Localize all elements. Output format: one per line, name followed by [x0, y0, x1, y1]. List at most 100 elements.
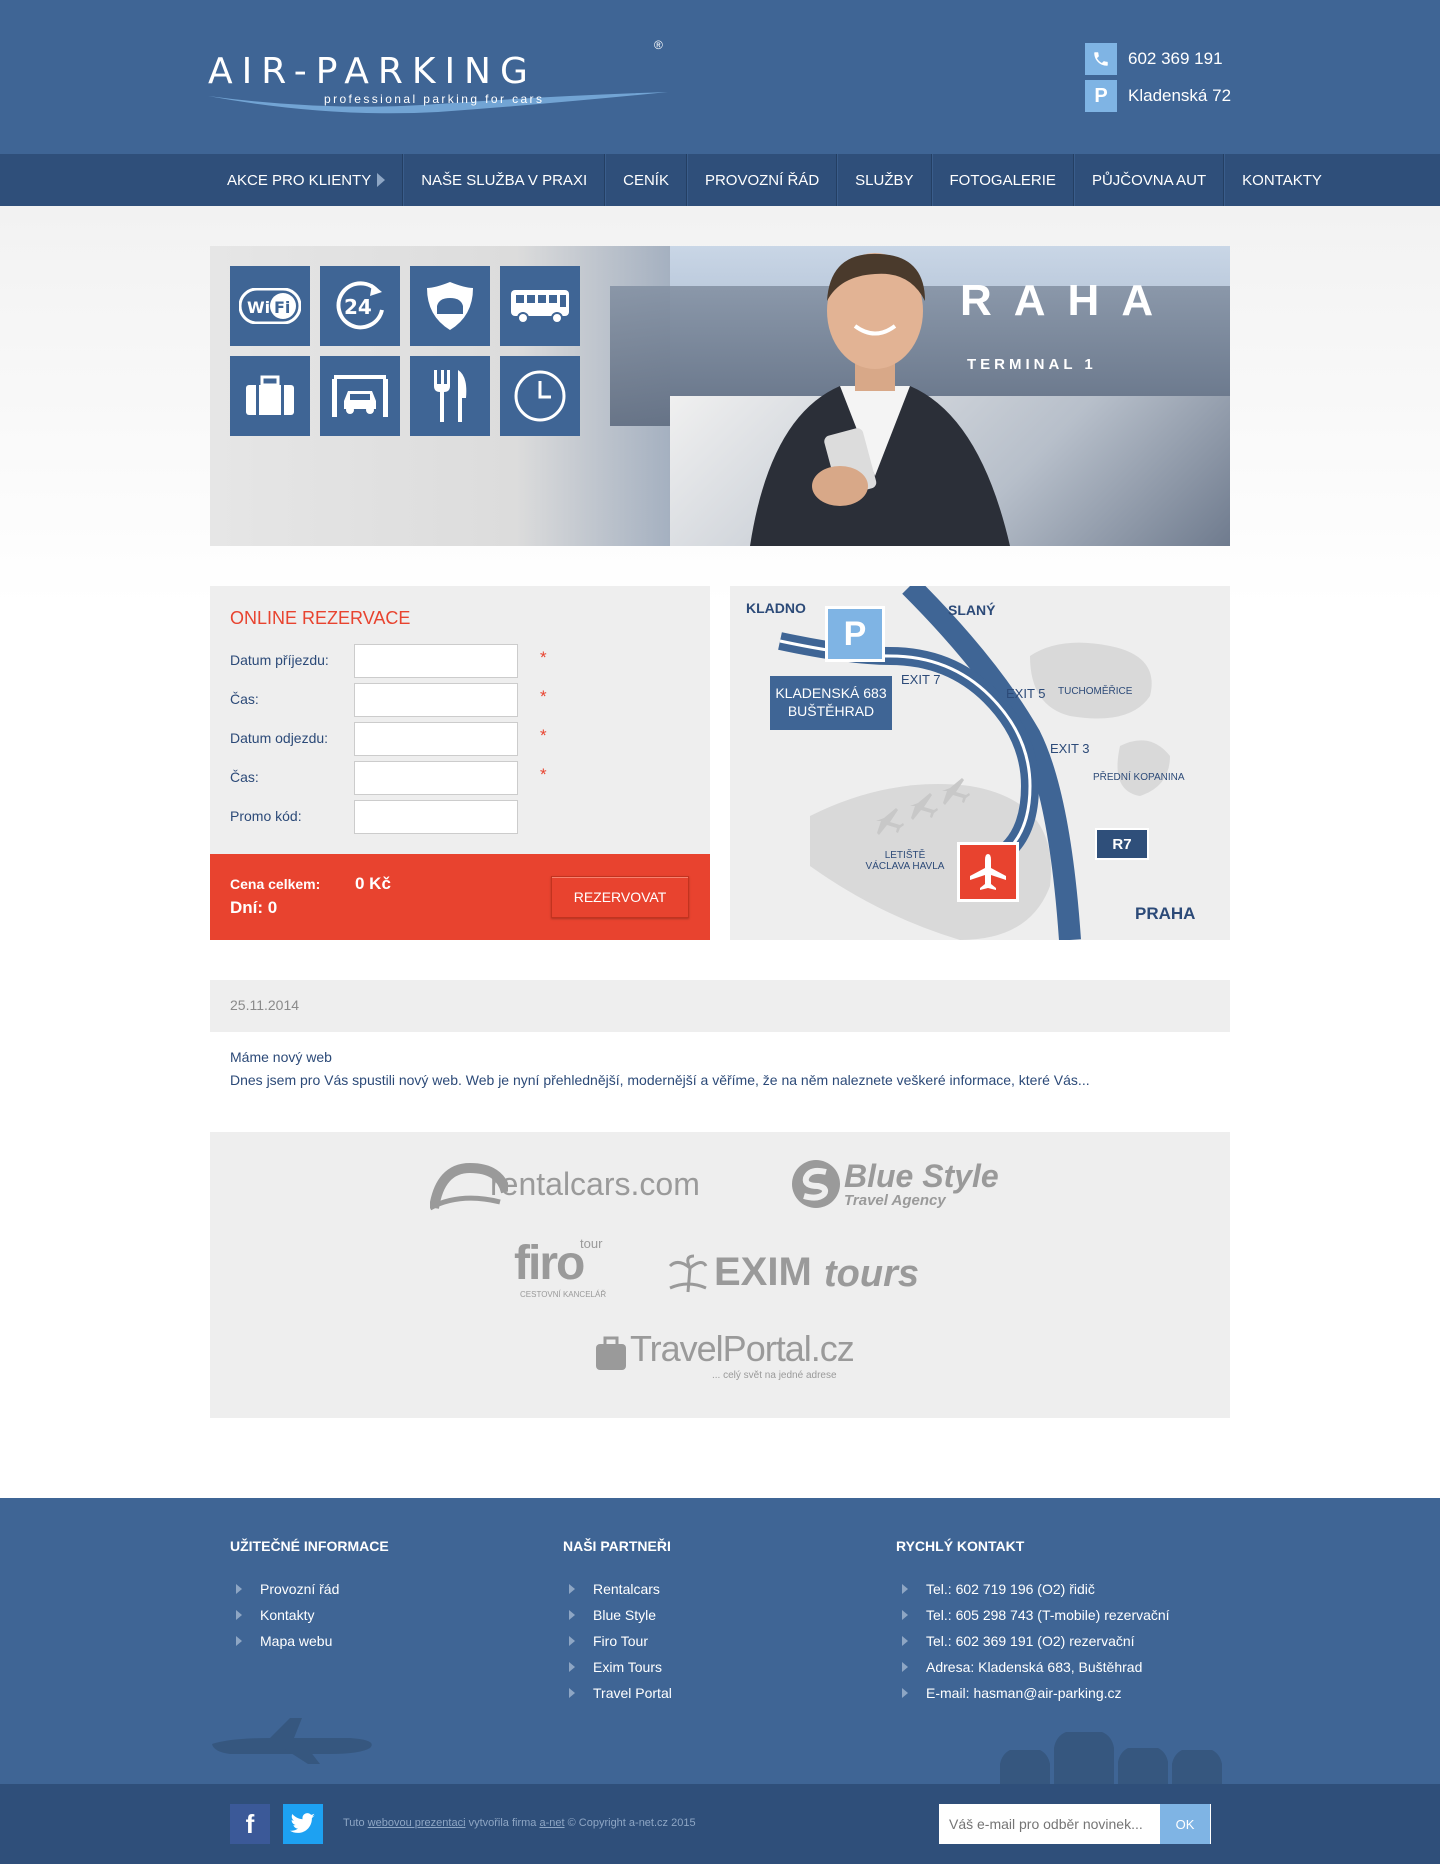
- businessman-photo: [750, 253, 1010, 546]
- partner-logo-travelportal[interactable]: TravelPortal.cz ... celý svět na jedné a…: [592, 1328, 855, 1384]
- promo-code-input[interactable]: [354, 800, 518, 834]
- departure-time-row: Čas: *: [230, 761, 690, 795]
- departure-date-row: Datum odjezdu: *: [230, 722, 690, 756]
- nav-label: NAŠE SLUŽBA V PRAXI: [421, 171, 588, 189]
- nav-item-fotogalerie[interactable]: FOTOGALERIE: [931, 154, 1074, 206]
- footer-link-label: Blue Style: [593, 1607, 657, 1623]
- total-price-label: Cena celkem:: [230, 876, 321, 892]
- car-wash-icon: [320, 356, 400, 436]
- facebook-icon[interactable]: f: [230, 1804, 270, 1844]
- footer-partners-title: NAŠI PARTNEŘI: [563, 1538, 671, 1554]
- nav-item-pujcovna-aut[interactable]: PŮJČOVNA AUT: [1073, 154, 1225, 206]
- nav-item-nase-sluzba[interactable]: NAŠE SLUŽBA V PRAXI: [403, 154, 606, 206]
- footer-link-rentalcars[interactable]: Rentalcars: [563, 1576, 672, 1602]
- arrival-time-row: Čas: *: [230, 683, 690, 717]
- footer-contact-tmobile-phone[interactable]: Tel.: 605 298 743 (T-mobile) rezervační: [896, 1602, 1170, 1628]
- road-r7-badge: R7: [1095, 828, 1149, 860]
- copyright-prefix: Tuto: [343, 1817, 368, 1829]
- site-header: AIR-PARKING ® professional parking for c…: [0, 0, 1440, 154]
- chevron-right-icon: [569, 1688, 575, 1698]
- chevron-right-icon: [377, 173, 386, 187]
- header-phone[interactable]: 602 369 191: [1085, 43, 1223, 75]
- footer-column-info: UŽITEČNÉ INFORMACE Provozní řád Kontakty…: [230, 1538, 389, 1654]
- copyright-mid: vytvořila firma: [465, 1817, 540, 1829]
- arrival-time-input[interactable]: [354, 683, 518, 717]
- departure-time-label: Čas:: [230, 769, 259, 785]
- nav-item-cenik[interactable]: CENÍK: [605, 154, 687, 206]
- footer-link-travel-portal[interactable]: Travel Portal: [563, 1680, 672, 1706]
- nav-item-provozni-rad[interactable]: PROVOZNÍ ŘÁD: [686, 154, 838, 206]
- wifi-icon: Wi Fi: [230, 266, 310, 346]
- air-parking-logo[interactable]: AIR-PARKING ® professional parking for c…: [208, 38, 668, 114]
- luggage-icon: [230, 356, 310, 436]
- service-icons: Wi Fi 24: [230, 266, 580, 436]
- site-footer: UŽITEČNÉ INFORMACE Provozní řád Kontakty…: [0, 1498, 1440, 1784]
- footer-info-title: UŽITEČNÉ INFORMACE: [230, 1538, 389, 1554]
- footer-link-label: Tel.: 605 298 743 (T-mobile) rezervační: [926, 1607, 1170, 1623]
- copyright-link-a-net[interactable]: a-net: [539, 1817, 564, 1829]
- departure-date-input[interactable]: [354, 722, 518, 756]
- header-phone-number: 602 369 191: [1128, 49, 1223, 68]
- chevron-right-icon: [236, 1636, 242, 1646]
- footer-link-exim-tours[interactable]: Exim Tours: [563, 1654, 672, 1680]
- partner-logo-rentalcars[interactable]: rentalcars.com: [430, 1158, 750, 1214]
- partner-logo-firo[interactable]: firo tour CESTOVNÍ KANCELÁŘ: [514, 1236, 624, 1302]
- nav-label: KONTAKTY: [1242, 171, 1322, 189]
- rentalcars-logo-text: rentalcars.com: [490, 1166, 700, 1202]
- partner-logo-exim[interactable]: EXIM tours: [668, 1250, 938, 1298]
- departure-date-label: Datum odjezdu:: [230, 730, 329, 746]
- twitter-icon[interactable]: [283, 1804, 323, 1844]
- footer-link-label: Tel.: 602 719 196 (O2) řidič: [926, 1581, 1095, 1597]
- map-address-box: KLADENSKÁ 683 BUŠTĚHRAD: [770, 676, 892, 730]
- arrival-date-input[interactable]: [354, 644, 518, 678]
- partner-logo-bluestyle[interactable]: Blue Style Travel Agency: [790, 1158, 1010, 1214]
- footer-link-label: Exim Tours: [593, 1659, 662, 1675]
- copyright-suffix: © Copyright a-net.cz 2015: [564, 1817, 696, 1829]
- exim-logo-tours: tours: [824, 1253, 919, 1295]
- nav-item-sluzby[interactable]: SLUŽBY: [837, 154, 932, 206]
- footer-link-mapa-webu[interactable]: Mapa webu: [230, 1628, 389, 1654]
- footer-link-label: Adresa: Kladenská 683, Buštěhrad: [926, 1659, 1143, 1675]
- header-address-text: Kladenská 72: [1128, 86, 1232, 105]
- footer-contact-email[interactable]: E-mail: hasman@air-parking.cz: [896, 1680, 1170, 1706]
- palm-tree-icon: [668, 1254, 708, 1293]
- hero-banner: RAHA TERMINAL 1 Wi Fi 24: [210, 246, 1230, 546]
- footer-link-label: E-mail: hasman@air-parking.cz: [926, 1685, 1122, 1701]
- map-address-line2: BUŠTĚHRAD: [787, 703, 875, 719]
- footer-link-blue-style[interactable]: Blue Style: [563, 1602, 672, 1628]
- copyright-link-webova-prezentace[interactable]: webovou prezentaci: [368, 1817, 466, 1829]
- partners-section: rentalcars.com Blue Style Travel Agency …: [210, 1132, 1230, 1418]
- main-navigation: AKCE PRO KLIENTY NAŠE SLUŽBA V PRAXI CEN…: [0, 154, 1440, 206]
- nav-item-akce[interactable]: AKCE PRO KLIENTY: [210, 154, 404, 206]
- parking-marker-icon: P: [825, 606, 885, 662]
- required-marker: *: [540, 687, 547, 706]
- svg-text:Fi: Fi: [274, 298, 290, 317]
- footer-link-label: Travel Portal: [593, 1685, 672, 1701]
- map-label-exit5: EXIT 5: [1006, 686, 1046, 701]
- nav-item-kontakty[interactable]: KONTAKTY: [1224, 154, 1339, 206]
- footer-link-kontakty[interactable]: Kontakty: [230, 1602, 389, 1628]
- chevron-right-icon: [902, 1688, 908, 1698]
- nav-label: PŮJČOVNA AUT: [1091, 171, 1207, 189]
- footer-link-firo-tour[interactable]: Firo Tour: [563, 1628, 672, 1654]
- travelportal-logo-text: TravelPortal.cz: [630, 1328, 855, 1369]
- news-title[interactable]: Máme nový web: [230, 1049, 332, 1065]
- header-address[interactable]: P Kladenská 72: [1085, 80, 1231, 112]
- map-address-line1: KLADENSKÁ 683: [775, 685, 887, 701]
- location-map[interactable]: KLADNO SLANÝ P KLADENSKÁ 683 BUŠTĚHRAD E…: [730, 586, 1230, 940]
- footer-link-provozni-rad[interactable]: Provozní řád: [230, 1576, 389, 1602]
- reserve-button[interactable]: REZERVOVAT: [551, 876, 689, 918]
- required-marker: *: [540, 648, 547, 667]
- required-marker: *: [540, 765, 547, 784]
- newsletter-ok-button[interactable]: OK: [1160, 1804, 1210, 1844]
- copyright-text: Tuto webovou prezentaci vytvořila firma …: [343, 1817, 696, 1829]
- chevron-right-icon: [902, 1662, 908, 1672]
- nav-label: AKCE PRO KLIENTY: [227, 171, 372, 189]
- arrival-date-row: Datum příjezdu: *: [230, 644, 690, 678]
- footer-contact-driver-phone[interactable]: Tel.: 602 719 196 (O2) řidič: [896, 1576, 1170, 1602]
- news-excerpt[interactable]: Dnes jsem pro Vás spustili nový web. Web…: [230, 1072, 1090, 1088]
- security-shield-icon: [410, 266, 490, 346]
- footer-link-label: Firo Tour: [593, 1633, 648, 1649]
- departure-time-input[interactable]: [354, 761, 518, 795]
- footer-contact-o2-phone[interactable]: Tel.: 602 369 191 (O2) rezervační: [896, 1628, 1170, 1654]
